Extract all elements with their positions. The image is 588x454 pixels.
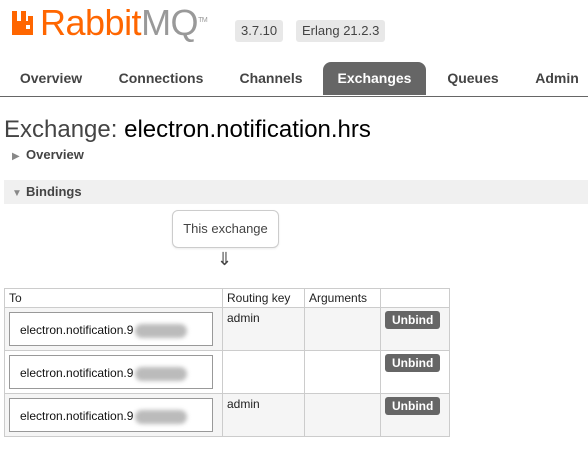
logo-wordmark: RabbitMQTM <box>40 1 208 45</box>
redacted-blur <box>135 366 188 381</box>
routing-key <box>223 351 304 357</box>
arguments <box>305 308 380 314</box>
title-prefix: Exchange: <box>4 116 118 143</box>
column-header-actions <box>380 288 450 308</box>
bindings-table: To Routing key Arguments electron.notifi… <box>4 288 450 437</box>
bindings-section-toggle[interactable]: ▼ Bindings <box>4 180 588 204</box>
unbind-button[interactable]: Unbind <box>385 311 441 329</box>
overview-section-toggle[interactable]: ▶ Overview <box>4 143 84 167</box>
destination-queue-link[interactable]: electron.notification.9 <box>9 398 213 432</box>
collapsed-triangle-icon: ▶ <box>12 151 20 162</box>
action-cell: Unbind <box>380 350 450 394</box>
version-badge: 3.7.10 <box>235 20 284 42</box>
page-title: Exchange: electron.notification.hrs <box>4 115 371 145</box>
table-row: electron.notification.9 admin Unbind <box>4 393 450 437</box>
tab-overview[interactable]: Overview <box>8 62 94 95</box>
destination-cell: electron.notification.9 <box>4 393 223 437</box>
destination-cell: electron.notification.9 <box>4 350 223 394</box>
tab-connections[interactable]: Connections <box>106 62 216 95</box>
routing-key-cell <box>222 350 305 394</box>
bindings-section-label: Bindings <box>26 184 82 199</box>
destination-name: electron.notification.9 <box>20 409 134 423</box>
tab-admin[interactable]: Admin <box>522 62 588 95</box>
destination-queue-link[interactable]: electron.notification.9 <box>9 312 213 346</box>
logo-mq-text: MQ <box>141 2 199 43</box>
arguments-cell <box>304 393 381 437</box>
redacted-blur <box>135 323 188 338</box>
redacted-blur <box>135 409 188 424</box>
header: RabbitMQTM 3.7.10 Erlang 21.2.3 <box>0 0 588 60</box>
arguments <box>305 351 380 357</box>
destination-cell: electron.notification.9 <box>4 307 223 351</box>
destination-name: electron.notification.9 <box>20 323 134 337</box>
logo-rabbit-text: Rabbit <box>40 2 142 43</box>
this-exchange-box: This exchange <box>172 210 279 248</box>
column-header-arguments: Arguments <box>304 288 381 308</box>
down-arrow-icon: ⇓ <box>217 249 233 269</box>
table-row: electron.notification.9 Unbind <box>4 350 450 394</box>
routing-key: admin <box>227 397 260 411</box>
routing-key-cell: admin <box>222 393 305 437</box>
destination-name: electron.notification.9 <box>20 366 134 380</box>
logo-tm: TM <box>198 17 208 24</box>
action-cell: Unbind <box>380 307 450 351</box>
arguments <box>305 394 380 400</box>
unbind-button[interactable]: Unbind <box>385 354 441 372</box>
tab-queues[interactable]: Queues <box>436 62 510 95</box>
column-header-to: To <box>4 288 223 308</box>
table-row: electron.notification.9 admin Unbind <box>4 307 450 351</box>
destination-queue-link[interactable]: electron.notification.9 <box>9 355 213 389</box>
tab-channels[interactable]: Channels <box>228 62 314 95</box>
unbind-button[interactable]: Unbind <box>385 397 441 415</box>
arguments-cell <box>304 350 381 394</box>
main-nav: Overview Connections Channels Exchanges … <box>0 62 588 97</box>
arguments-cell <box>304 307 381 351</box>
expanded-triangle-icon: ▼ <box>12 188 22 199</box>
action-cell: Unbind <box>380 393 450 437</box>
exchange-name: electron.notification.hrs <box>124 116 371 143</box>
erlang-version-badge: Erlang 21.2.3 <box>296 20 386 42</box>
routing-key: admin <box>227 311 260 325</box>
routing-key-cell: admin <box>222 307 305 351</box>
column-header-routing-key: Routing key <box>222 288 305 308</box>
rabbitmq-logo-icon <box>12 11 33 35</box>
overview-section-label: Overview <box>26 147 84 162</box>
tab-exchanges[interactable]: Exchanges <box>323 62 426 95</box>
